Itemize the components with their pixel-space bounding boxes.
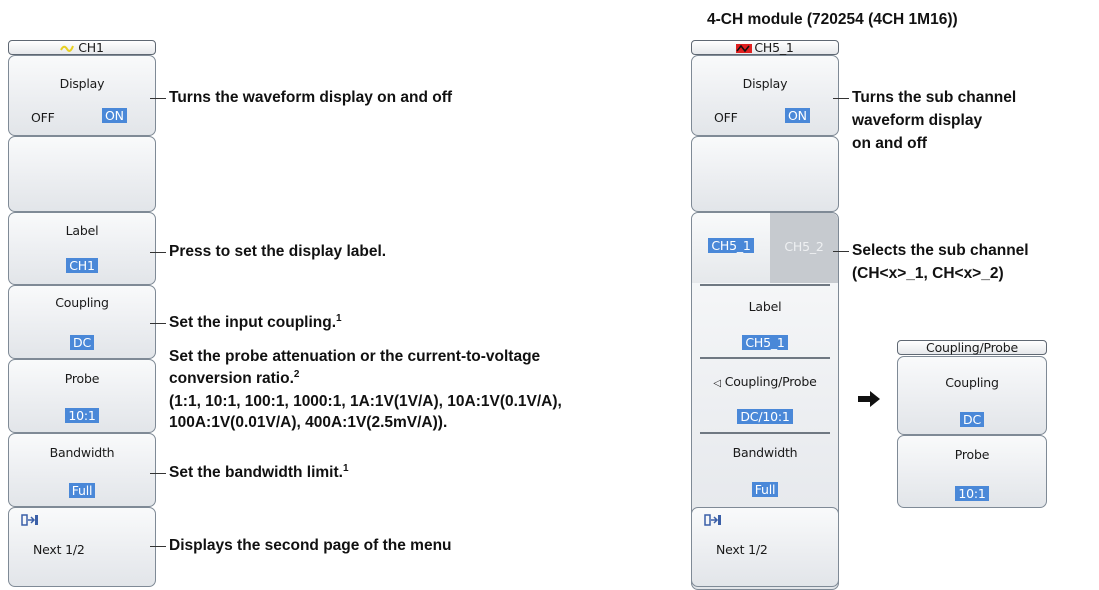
submenu-coupling-value: DC — [960, 412, 984, 427]
coupling-probe-label: Coupling/Probe — [724, 374, 817, 389]
annotation-probe-line2: conversion ratio.2 — [169, 368, 300, 387]
probe-key[interactable]: Probe 10:1 — [8, 359, 156, 433]
annotation-label: Press to set the display label. — [169, 243, 387, 260]
right-next-page-key[interactable]: Next 1/2 — [691, 507, 839, 587]
right-blank-key — [691, 136, 839, 212]
display-key-label: Display — [59, 76, 105, 91]
annotation-subch-display-1: Turns the sub channel — [852, 89, 1017, 106]
bandwidth-key-value: Full — [751, 482, 779, 497]
page-turn-icon — [21, 514, 39, 529]
annotation-next: Displays the second page of the menu — [169, 537, 452, 554]
bandwidth-key-label: Bandwidth — [49, 445, 115, 460]
display-key-label: Display — [742, 76, 788, 91]
display-off-option: OFF — [714, 110, 738, 125]
annotation-probe-line3: (1:1, 10:1, 100:1, 1000:1, 1A:1V(1V/A), … — [169, 393, 562, 410]
right-channel-header: CH5_1 — [691, 40, 839, 55]
coupling-probe-key[interactable]: ◁ Coupling/Probe DC/10:1 — [692, 360, 838, 432]
left-triangle-icon: ◁ — [713, 378, 721, 389]
right-label-key[interactable]: Label CH5_1 — [692, 287, 838, 355]
blank-key — [8, 136, 156, 212]
tab-subchannel-2[interactable]: CH5_2 — [770, 213, 838, 283]
submenu-coupling-key[interactable]: Coupling DC — [897, 356, 1047, 435]
display-key[interactable]: Display OFF ON — [8, 55, 156, 136]
next-page-label: Next 1/2 — [33, 542, 85, 557]
waveform-icon — [60, 42, 76, 55]
label-key[interactable]: Label CH1 — [8, 212, 156, 285]
right-bandwidth-key[interactable]: Bandwidth Full — [692, 435, 838, 506]
label-key-value: CH1 — [66, 258, 98, 273]
annotation-coupling: Set the input coupling.1 — [169, 312, 342, 331]
tab-subchannel-2-label: CH5_2 — [784, 239, 824, 254]
annotation-subch-select-2: (CH<x>_1, CH<x>_2) — [852, 265, 1004, 282]
page-turn-icon — [704, 514, 722, 529]
coupling-key-label: Coupling — [55, 295, 109, 310]
tab-subchannel-1[interactable]: CH5_1 — [692, 213, 770, 283]
left-channel-header: CH1 — [8, 40, 156, 55]
submenu-header: Coupling/Probe — [897, 340, 1047, 355]
annotation-probe-line1: Set the probe attenuation or the current… — [169, 348, 541, 365]
module-title: 4-CH module (720254 (4CH 1M16)) — [707, 11, 958, 28]
bandwidth-key-value: Full — [68, 483, 96, 498]
annotation-subch-select-1: Selects the sub channel — [852, 242, 1029, 259]
annotation-bandwidth: Set the bandwidth limit.1 — [169, 462, 349, 481]
label-key-label: Label — [65, 223, 99, 238]
label-key-value: CH5_1 — [742, 335, 788, 350]
annotation-probe-line4: 100A:1V(0.01V/A), 400A:1V(2.5mV/A)). — [169, 414, 448, 431]
coupling-key[interactable]: Coupling DC — [8, 285, 156, 359]
probe-key-value: 10:1 — [65, 408, 99, 423]
annotation-subch-display-2: waveform display — [852, 112, 983, 129]
label-key-label: Label — [748, 299, 782, 314]
bandwidth-key[interactable]: Bandwidth Full — [8, 433, 156, 507]
waveform-icon — [736, 44, 753, 53]
next-page-label: Next 1/2 — [716, 542, 768, 557]
annotation-subch-display-3: on and off — [852, 135, 927, 152]
display-off-option: OFF — [31, 110, 55, 125]
probe-key-label: Probe — [64, 371, 100, 386]
tab-subchannel-1-label: CH5_1 — [708, 238, 754, 253]
annotation-display: Turns the waveform display on and off — [169, 89, 453, 106]
next-page-key[interactable]: Next 1/2 — [8, 507, 156, 587]
coupling-probe-value: DC/10:1 — [737, 409, 793, 424]
submenu-probe-value: 10:1 — [955, 486, 989, 501]
arrow-right-icon — [857, 389, 881, 414]
right-display-key[interactable]: Display OFF ON — [691, 55, 839, 136]
bandwidth-key-label: Bandwidth — [732, 445, 798, 460]
submenu-coupling-label: Coupling — [945, 375, 999, 390]
display-on-option: ON — [102, 108, 127, 123]
submenu-probe-key[interactable]: Probe 10:1 — [897, 435, 1047, 508]
display-on-option: ON — [785, 108, 810, 123]
submenu-probe-label: Probe — [954, 447, 990, 462]
coupling-key-value: DC — [70, 335, 94, 350]
